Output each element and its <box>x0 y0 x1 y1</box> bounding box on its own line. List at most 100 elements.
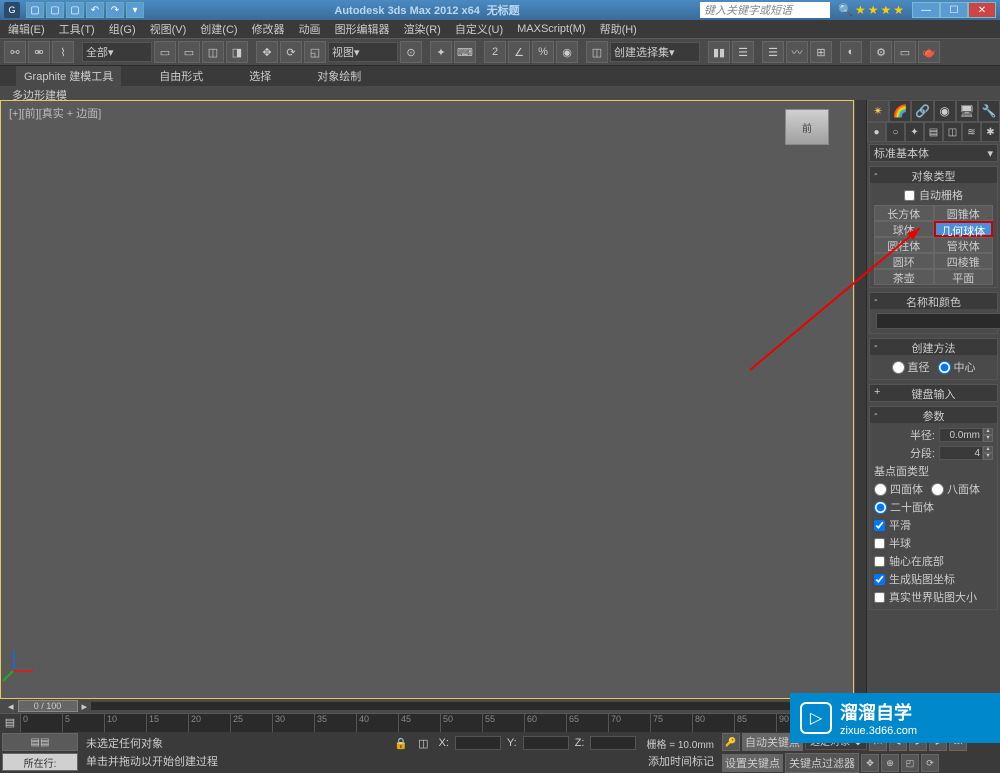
menu-tools[interactable]: 工具(T) <box>59 21 95 37</box>
help-search-input[interactable]: 键入关键字或短语 <box>700 2 830 18</box>
viewport-nav-icon[interactable]: ✥ <box>861 754 879 772</box>
menu-customize[interactable]: 自定义(U) <box>455 21 503 37</box>
snap-percent-icon[interactable]: % <box>532 41 554 63</box>
manipulate-icon[interactable]: ✦ <box>430 41 452 63</box>
viewcube[interactable]: 前 <box>785 109 829 145</box>
ribbon-tab-modeling[interactable]: Graphite 建模工具 <box>16 66 121 86</box>
ref-coord-dropdown[interactable]: 视图 ▾ <box>328 42 398 62</box>
menu-modifiers[interactable]: 修改器 <box>252 21 285 37</box>
qat-open-icon[interactable]: ▢ <box>46 2 64 18</box>
subtab-helpers-icon[interactable]: ◫ <box>943 122 962 142</box>
mapping-checkbox[interactable] <box>874 574 885 585</box>
obj-plane-button[interactable]: 平面 <box>934 269 994 285</box>
selection-filter-dropdown[interactable]: 全部 ▾ <box>82 42 152 62</box>
scale-icon[interactable]: ◱ <box>304 41 326 63</box>
timeslider-handle[interactable]: 0 / 100 <box>18 700 78 712</box>
x-coord-input[interactable] <box>455 736 501 750</box>
viewport-label[interactable]: [+][前][真实 + 边面] <box>9 105 101 121</box>
curve-editor-icon[interactable]: 〰 <box>786 41 808 63</box>
tetra-radio[interactable] <box>874 483 887 496</box>
keyboard-shortcut-icon[interactable]: ⌨ <box>454 41 476 63</box>
setkey-button[interactable]: 设置关键点 <box>722 754 783 772</box>
realworld-checkbox[interactable] <box>874 592 885 603</box>
layers-icon[interactable]: ☰ <box>762 41 784 63</box>
spinner-up-icon[interactable]: ▴ <box>983 446 993 453</box>
rollout-header[interactable]: -创建方法 <box>870 339 997 355</box>
lock-icon[interactable]: 🔒 <box>394 737 408 750</box>
obj-cylinder-button[interactable]: 圆柱体 <box>874 237 934 253</box>
material-editor-icon[interactable]: ◐ <box>840 41 862 63</box>
maximize-button[interactable]: ☐ <box>940 2 968 18</box>
obj-geosphere-button[interactable]: 几何球体 <box>934 221 994 237</box>
tab-create-icon[interactable]: ✴ <box>867 100 889 122</box>
rollout-header[interactable]: -名称和颜色 <box>870 293 997 309</box>
render-setup-icon[interactable]: ⚙ <box>870 41 892 63</box>
radius-input[interactable] <box>939 428 983 442</box>
window-crossing-icon[interactable]: ◨ <box>226 41 248 63</box>
search-go-icon[interactable]: 🔍 <box>838 3 853 17</box>
viewport-front[interactable]: [+][前][真实 + 边面] 前 <box>0 100 854 699</box>
favorite-icon[interactable]: ★ <box>855 3 866 17</box>
qat-undo-icon[interactable]: ↶ <box>86 2 104 18</box>
link-icon[interactable]: ⚯ <box>4 41 26 63</box>
minimize-button[interactable]: — <box>912 2 940 18</box>
obj-tube-button[interactable]: 管状体 <box>934 237 994 253</box>
unlink-icon[interactable]: ⚮ <box>28 41 50 63</box>
subtab-geometry-icon[interactable]: ● <box>867 122 886 142</box>
select-name-icon[interactable]: ▭ <box>178 41 200 63</box>
smooth-checkbox[interactable] <box>874 520 885 531</box>
tab-display-icon[interactable]: 🖥 <box>956 100 978 122</box>
menu-create[interactable]: 创建(C) <box>200 21 237 37</box>
select-region-icon[interactable]: ◫ <box>202 41 224 63</box>
favorite-icon[interactable]: ★ <box>880 3 891 17</box>
render-icon[interactable]: 🫖 <box>918 41 940 63</box>
basepivot-checkbox[interactable] <box>874 556 885 567</box>
isolate-icon[interactable]: ◫ <box>418 737 428 750</box>
z-coord-input[interactable] <box>590 736 636 750</box>
octa-radio[interactable] <box>931 483 944 496</box>
pivot-icon[interactable]: ⊙ <box>400 41 422 63</box>
category-dropdown[interactable]: 标准基本体▾ <box>869 144 998 162</box>
menu-views[interactable]: 视图(V) <box>150 21 187 37</box>
qat-save-icon[interactable]: ▢ <box>66 2 84 18</box>
viewport-scrollbar[interactable] <box>854 100 866 699</box>
rollout-header[interactable]: +键盘输入 <box>870 385 997 401</box>
favorite-icon[interactable]: ★ <box>893 3 904 17</box>
icosa-radio[interactable] <box>874 501 887 514</box>
trackbar-toggle-icon[interactable]: ▤ <box>0 716 20 729</box>
menu-edit[interactable]: 编辑(E) <box>8 21 45 37</box>
hemi-checkbox[interactable] <box>874 538 885 549</box>
viewport-nav-icon[interactable]: ⟳ <box>921 754 939 772</box>
object-name-input[interactable] <box>876 313 1000 329</box>
obj-torus-button[interactable]: 圆环 <box>874 253 934 269</box>
snap-angle-icon[interactable]: ∠ <box>508 41 530 63</box>
spinner-down-icon[interactable]: ▾ <box>983 453 993 460</box>
script-mini-icon[interactable]: ▤▤ <box>2 733 78 751</box>
bind-spacewarp-icon[interactable]: ⌇ <box>52 41 74 63</box>
segs-input[interactable] <box>939 446 983 460</box>
spinner-up-icon[interactable]: ▴ <box>983 428 993 435</box>
ribbon-tab-paint[interactable]: 对象绘制 <box>309 66 369 86</box>
qat-redo-icon[interactable]: ↷ <box>106 2 124 18</box>
row-button[interactable]: 所在行: <box>2 753 78 771</box>
render-frame-icon[interactable]: ▭ <box>894 41 916 63</box>
menu-maxscript[interactable]: MAXScript(M) <box>517 23 585 35</box>
viewport-nav-icon[interactable]: ⊕ <box>881 754 899 772</box>
tab-modify-icon[interactable]: 🌈 <box>889 100 911 122</box>
ribbon-tab-freeform[interactable]: 自由形式 <box>151 66 211 86</box>
app-logo-icon[interactable]: G <box>4 2 20 18</box>
close-button[interactable]: ✕ <box>968 2 996 18</box>
menu-group[interactable]: 组(G) <box>109 21 136 37</box>
center-radio[interactable] <box>938 361 951 374</box>
subtab-spacewarps-icon[interactable]: ≋ <box>962 122 981 142</box>
add-time-tag-button[interactable]: 添加时间标记 <box>648 753 714 769</box>
timeslider-next-icon[interactable]: ▸ <box>82 700 88 713</box>
viewport-nav-icon[interactable]: ◰ <box>901 754 919 772</box>
menu-grapheditors[interactable]: 图形编辑器 <box>335 21 390 37</box>
favorite-icon[interactable]: ★ <box>868 3 879 17</box>
edit-named-sel-icon[interactable]: ◫ <box>586 41 608 63</box>
y-coord-input[interactable] <box>523 736 569 750</box>
qat-more-icon[interactable]: ▾ <box>126 2 144 18</box>
rotate-icon[interactable]: ⟳ <box>280 41 302 63</box>
spinner-snap-icon[interactable]: ◉ <box>556 41 578 63</box>
